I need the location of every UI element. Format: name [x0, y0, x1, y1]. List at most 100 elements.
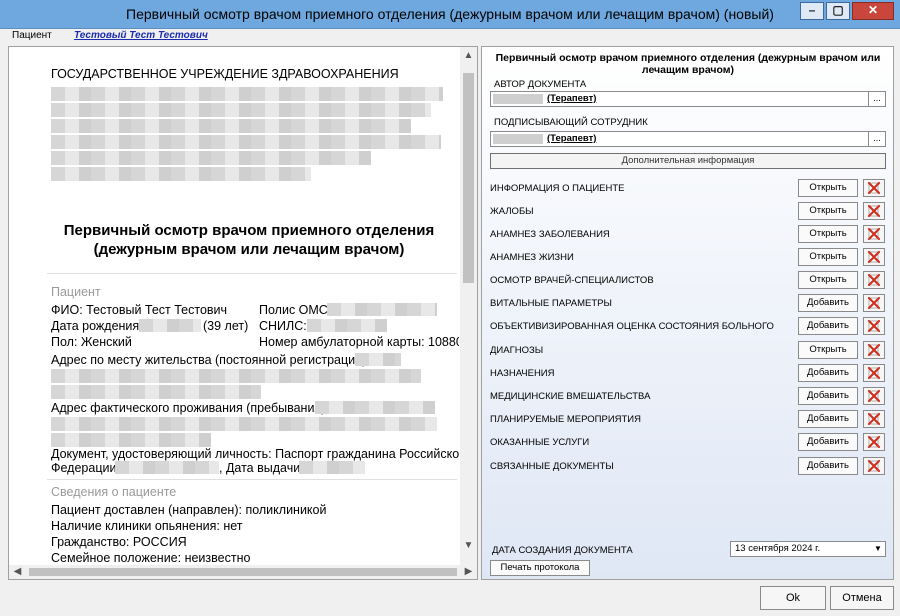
author-select-button[interactable]: ... [868, 92, 885, 106]
signer-value: (Терапевт) [547, 133, 597, 144]
section-action-button[interactable]: Добавить [798, 410, 858, 428]
section-action-button[interactable]: Открыть [798, 225, 858, 243]
section-action-button[interactable]: Открыть [798, 202, 858, 220]
document-title-line1: Первичный осмотр врачом приемного отделе… [63, 222, 435, 239]
delete-icon [867, 273, 881, 287]
redacted-block [307, 319, 387, 332]
section-delete-button[interactable] [863, 457, 885, 475]
redacted-block [493, 94, 543, 104]
patient-label: Пациент [12, 30, 52, 41]
creation-date-picker[interactable]: 13 сентября 2024 г. ▼ [730, 541, 886, 557]
section-name: ЖАЛОБЫ [490, 206, 534, 217]
panel-title: Первичный осмотр врачом приемного отделе… [495, 52, 881, 76]
hscroll-thumb[interactable] [29, 568, 457, 576]
section-name: ВИТАЛЬНЫЕ ПАРАМЕТРЫ [490, 298, 612, 309]
section-action-button[interactable]: Добавить [798, 364, 858, 382]
maximize-button[interactable]: ▢ [826, 2, 850, 20]
section-delete-button[interactable] [863, 248, 885, 266]
section-delete-button[interactable] [863, 179, 885, 197]
section-delete-button[interactable] [863, 271, 885, 289]
additional-info-button[interactable]: Дополнительная информация [490, 153, 886, 169]
chevron-down-icon[interactable]: ▼ [871, 542, 885, 556]
section-name: МЕДИЦИНСКИЕ ВМЕШАТЕЛЬСТВА [490, 391, 651, 402]
section-row: ОБЪЕКТИВИЗИРОВАННАЯ ОЦЕНКА СОСТОЯНИЯ БОЛ… [482, 317, 893, 335]
cancel-button[interactable]: Отмена [830, 586, 894, 610]
delete-icon [867, 366, 881, 380]
redacted-block [51, 167, 311, 181]
section-delete-button[interactable] [863, 294, 885, 312]
patient-fio: ФИО: Тестовый Тест Тестович [51, 303, 228, 317]
scroll-thumb[interactable] [463, 73, 474, 283]
section-action-button[interactable]: Добавить [798, 433, 858, 451]
id-issue-date-label: , Дата выдачи: [219, 461, 304, 475]
document-content: ГОСУДАРСТВЕННОЕ УЧРЕЖДЕНИЕ ЗДРАВООХРАНЕН… [9, 47, 459, 565]
delete-icon [867, 296, 881, 310]
redacted-block [51, 103, 431, 117]
section-action-button[interactable]: Добавить [798, 387, 858, 405]
delete-icon [867, 250, 881, 264]
author-field[interactable]: (Терапевт) ... [490, 91, 886, 107]
delivered-info: Пациент доставлен (направлен): поликлини… [51, 503, 327, 517]
section-delete-button[interactable] [863, 364, 885, 382]
section-delete-button[interactable] [863, 341, 885, 359]
scroll-down-icon[interactable]: ▼ [460, 537, 477, 554]
redacted-block [355, 353, 401, 366]
section-action-button[interactable]: Открыть [798, 341, 858, 359]
scroll-up-icon[interactable]: ▲ [460, 47, 477, 64]
section-action-button[interactable]: Добавить [798, 294, 858, 312]
delete-icon [867, 227, 881, 241]
delete-icon [867, 343, 881, 357]
document-preview: ГОСУДАРСТВЕННОЕ УЧРЕЖДЕНИЕ ЗДРАВООХРАНЕН… [8, 46, 478, 580]
scroll-right-icon[interactable]: ▶ [460, 565, 477, 579]
section-name: СВЯЗАННЫЕ ДОКУМЕНТЫ [490, 461, 614, 472]
delete-icon [867, 319, 881, 333]
section-action-button[interactable]: Открыть [798, 179, 858, 197]
patient-link[interactable]: Тестовый Тест Тестович [74, 30, 208, 41]
section-row: СВЯЗАННЫЕ ДОКУМЕНТЫ Добавить [482, 457, 893, 475]
section-name: ИНФОРМАЦИЯ О ПАЦИЕНТЕ [490, 183, 625, 194]
patient-birth-label: Дата рождения: [51, 319, 143, 333]
vertical-scrollbar[interactable]: ▲ ▼ [460, 47, 477, 565]
section-action-button[interactable]: Добавить [798, 317, 858, 335]
address-fact-label: Адрес фактического проживания (пребывани… [51, 401, 329, 415]
scroll-left-icon[interactable]: ◀ [9, 565, 26, 579]
section-delete-button[interactable] [863, 433, 885, 451]
ok-button[interactable]: Ok [760, 586, 826, 610]
creation-date-label: ДАТА СОЗДАНИЯ ДОКУМЕНТА [492, 545, 633, 556]
redacted-block [139, 319, 201, 332]
redacted-block [51, 119, 411, 133]
section-delete-button[interactable] [863, 225, 885, 243]
signer-select-button[interactable]: ... [868, 132, 885, 146]
section-delete-button[interactable] [863, 387, 885, 405]
section-action-button[interactable]: Добавить [798, 457, 858, 475]
section-action-button[interactable]: Открыть [798, 271, 858, 289]
print-protocol-button[interactable]: Печать протокола [490, 560, 590, 576]
delete-icon [867, 435, 881, 449]
patient-sex: Пол: Женский [51, 335, 132, 349]
section-row: АНАМНЕЗ ЗАБОЛЕВАНИЯ Открыть [482, 225, 893, 243]
delete-icon [867, 204, 881, 218]
section-row: ОСМОТР ВРАЧЕЙ-СПЕЦИАЛИСТОВ Открыть [482, 271, 893, 289]
section-row: ЖАЛОБЫ Открыть [482, 202, 893, 220]
address-reg-label: Адрес по месту жительства (постоянной ре… [51, 353, 370, 367]
redacted-block [51, 87, 443, 101]
section-row: ПЛАНИРУЕМЫЕ МЕРОПРИЯТИЯ Добавить [482, 410, 893, 428]
patient-snils-label: СНИЛС: [259, 319, 307, 333]
section-delete-button[interactable] [863, 317, 885, 335]
section-action-button[interactable]: Открыть [798, 248, 858, 266]
delete-icon [867, 389, 881, 403]
delete-icon [867, 459, 881, 473]
signer-field[interactable]: (Терапевт) ... [490, 131, 886, 147]
section-delete-button[interactable] [863, 202, 885, 220]
redacted-block [299, 461, 365, 474]
author-value: (Терапевт) [547, 93, 597, 104]
minimize-button[interactable]: – [800, 2, 824, 20]
section-name: ОСМОТР ВРАЧЕЙ-СПЕЦИАЛИСТОВ [490, 275, 654, 286]
section-delete-button[interactable] [863, 410, 885, 428]
redacted-block [315, 401, 435, 414]
redacted-block [51, 151, 371, 165]
close-button[interactable]: ✕ [852, 2, 894, 20]
horizontal-scrollbar[interactable]: ◀ ▶ [9, 565, 477, 579]
section-name: АНАМНЕЗ ЗАБОЛЕВАНИЯ [490, 229, 610, 240]
info-section-heading: Сведения о пациенте [51, 485, 177, 499]
